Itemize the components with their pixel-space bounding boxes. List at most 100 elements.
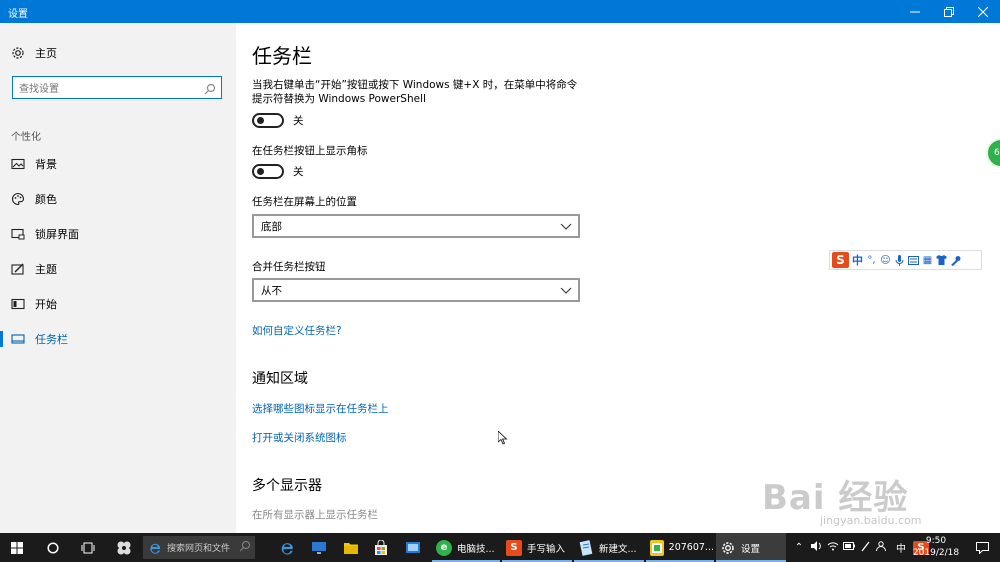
combine-buttons-dropdown[interactable]: 从不 bbox=[252, 278, 580, 302]
edge-e-icon bbox=[146, 539, 164, 557]
clock-date: 2019/2/18 bbox=[912, 548, 960, 558]
store-button[interactable] bbox=[366, 533, 396, 562]
watermark-url: jingyan.baidu.com bbox=[820, 514, 922, 527]
powershell-toggle-row[interactable]: 关 bbox=[252, 113, 304, 128]
sogou-logo-icon[interactable]: S bbox=[832, 252, 849, 268]
microphone-icon[interactable] bbox=[894, 254, 905, 266]
keyboard-icon[interactable] bbox=[908, 255, 919, 266]
edge-browser-button[interactable] bbox=[272, 533, 302, 562]
taskbar-app-image[interactable]: 207607... bbox=[646, 533, 714, 562]
sidebar-item-themes[interactable]: 主题 bbox=[0, 255, 236, 283]
pinwheel-app-button[interactable] bbox=[108, 533, 140, 562]
dropdown-value: 从不 bbox=[261, 284, 282, 297]
task-view-icon bbox=[81, 542, 95, 553]
minimize-button[interactable] bbox=[898, 0, 932, 23]
pinwheel-icon bbox=[117, 541, 131, 554]
search-icon[interactable] bbox=[203, 81, 217, 95]
sidebar-item-label: 任务栏 bbox=[35, 333, 68, 346]
image-viewer-icon bbox=[650, 539, 664, 556]
pinned-app-button-2[interactable] bbox=[398, 533, 428, 562]
sidebar-item-start[interactable]: 开始 bbox=[0, 290, 236, 318]
sidebar-item-background[interactable]: 背景 bbox=[0, 150, 236, 178]
taskbar-app-label: 手写输入 bbox=[527, 543, 566, 555]
action-center-button[interactable] bbox=[968, 533, 996, 562]
taskbar-position-label: 任务栏在屏幕上的位置 bbox=[252, 196, 357, 208]
sidebar-item-lock-screen[interactable]: 锁屏界面 bbox=[0, 220, 236, 248]
image-icon bbox=[11, 157, 25, 171]
cortana-circle-icon bbox=[47, 541, 59, 554]
sidebar-item-label: 开始 bbox=[35, 298, 57, 311]
taskbar-app-browser[interactable]: e 电脑技... bbox=[432, 533, 500, 562]
system-icons-link[interactable]: 打开或关闭系统图标 bbox=[252, 430, 347, 445]
search-input[interactable] bbox=[13, 79, 193, 100]
cortana-button[interactable] bbox=[38, 533, 68, 562]
customize-taskbar-link[interactable]: 如何自定义任务栏? bbox=[252, 323, 342, 338]
wrench-icon[interactable] bbox=[950, 255, 961, 266]
folder-icon bbox=[344, 542, 358, 554]
sidebar-item-label: 颜色 bbox=[35, 193, 57, 206]
multiple-displays-heading: 多个显示器 bbox=[252, 478, 322, 494]
taskbar-app-label: 新建文... bbox=[599, 543, 637, 555]
badges-setting-label: 在任务栏按钮上显示角标 bbox=[252, 145, 368, 157]
taskbar-search-box[interactable]: 搜索网页和文件 bbox=[143, 536, 255, 559]
network-icon[interactable] bbox=[825, 541, 841, 554]
people-icon[interactable] bbox=[873, 541, 889, 554]
search-icon bbox=[239, 540, 251, 555]
gear-icon bbox=[720, 540, 736, 556]
toggle-state-label: 关 bbox=[293, 115, 304, 127]
sidebar-item-colors[interactable]: 颜色 bbox=[0, 185, 236, 213]
battery-icon[interactable] bbox=[841, 542, 857, 553]
settings-search-box[interactable] bbox=[12, 76, 222, 100]
maximize-button[interactable] bbox=[932, 0, 966, 23]
volume-icon[interactable] bbox=[809, 541, 825, 554]
page-title: 任务栏 bbox=[252, 44, 312, 68]
chevron-down-icon bbox=[560, 284, 572, 296]
bubble-value: 63 bbox=[994, 148, 1000, 158]
store-bag-icon bbox=[375, 539, 387, 555]
settings-sidebar: 主页 个性化 背景 颜色 锁屏界面 主题 开始 bbox=[0, 23, 236, 533]
sidebar-item-label: 锁屏界面 bbox=[35, 228, 79, 241]
clock-time: 9:50 bbox=[925, 536, 947, 546]
section-label-personalization: 个性化 bbox=[11, 132, 41, 143]
select-taskbar-icons-link[interactable]: 选择哪些图标显示在任务栏上 bbox=[252, 401, 389, 416]
taskbar-clock[interactable]: 9:50 2019/2/18 bbox=[907, 535, 965, 559]
edge-icon bbox=[281, 542, 293, 555]
pinned-app-button[interactable] bbox=[304, 533, 334, 562]
mouse-cursor-icon bbox=[498, 431, 508, 445]
taskbar-app-label: 电脑技... bbox=[457, 543, 495, 555]
chevron-up-icon[interactable]: ⌃ bbox=[792, 542, 806, 553]
emoji-icon[interactable]: ☺ bbox=[880, 255, 891, 266]
taskbar-position-dropdown[interactable]: 底部 bbox=[252, 214, 580, 238]
settings-content: 任务栏 当我右键单击“开始”按钮或按下 Windows 键+X 时，在菜单中将命… bbox=[236, 23, 1000, 533]
ime-language-toggle[interactable]: 中 bbox=[852, 252, 863, 268]
start-button[interactable] bbox=[0, 533, 34, 562]
tools-icon[interactable]: ▦ bbox=[922, 255, 933, 266]
combine-buttons-label: 合并任务栏按钮 bbox=[252, 261, 326, 273]
close-icon bbox=[978, 6, 988, 17]
task-view-button[interactable] bbox=[72, 533, 104, 562]
windows-taskbar: 搜索网页和文件 e 电脑技... S 手写输入 新建文... 207607...… bbox=[0, 533, 1000, 562]
sidebar-item-label: 主题 bbox=[35, 263, 57, 276]
pen-icon[interactable] bbox=[857, 540, 873, 555]
active-indicator bbox=[0, 331, 3, 347]
punctuation-icon[interactable]: °, bbox=[866, 255, 877, 266]
badges-toggle-row[interactable]: 关 bbox=[252, 164, 304, 179]
powershell-toggle[interactable] bbox=[252, 113, 284, 128]
start-menu-icon bbox=[11, 297, 25, 311]
restore-icon bbox=[944, 6, 954, 17]
badges-toggle[interactable] bbox=[252, 164, 284, 179]
taskbar-app-new-document[interactable]: 新建文... bbox=[574, 533, 644, 562]
ime-toolbar[interactable]: S 中 °, ☺ ▦ bbox=[829, 250, 982, 270]
skin-shirt-icon[interactable] bbox=[936, 255, 947, 266]
sidebar-item-label: 背景 bbox=[35, 158, 57, 171]
home-label: 主页 bbox=[35, 47, 57, 60]
close-button[interactable] bbox=[966, 0, 1000, 23]
taskbar-app-settings[interactable]: 设置 bbox=[716, 533, 786, 562]
sogou-s-icon: S bbox=[506, 539, 522, 556]
taskbar-app-handwriting[interactable]: S 手写输入 bbox=[502, 533, 572, 562]
window-title: 设置 bbox=[8, 9, 28, 20]
home-nav-item[interactable]: 主页 bbox=[11, 45, 57, 61]
sidebar-item-taskbar[interactable]: 任务栏 bbox=[0, 325, 236, 353]
baidu-watermark: Bai 经验 bbox=[762, 478, 909, 518]
file-explorer-button[interactable] bbox=[336, 533, 366, 562]
